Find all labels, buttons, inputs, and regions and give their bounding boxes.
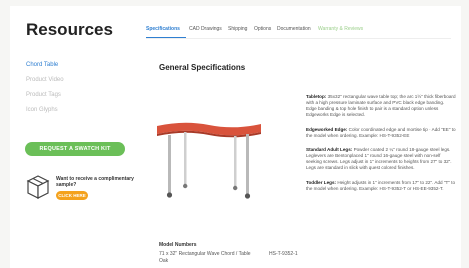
page-title: Resources	[26, 20, 113, 39]
tab-bar: Specifications CAD Drawings Shipping Opt…	[146, 26, 461, 36]
sidebar-link-chord-table[interactable]: Chord Table	[26, 62, 58, 68]
model-number-row: 71 x 32" Rectangular Wave Chord / Table …	[159, 251, 299, 264]
package-box-icon	[26, 174, 50, 200]
tab-specifications[interactable]: Specifications	[146, 26, 180, 32]
spec-label: Standard Adult Legs:	[306, 147, 353, 153]
spec-tabletop: Tabletop: 35x32" rectangular wave table …	[306, 94, 456, 118]
sidebar-link-product-video[interactable]: Product Video	[26, 77, 64, 83]
model-description: 71 x 32" Rectangular Wave Chord / Table	[159, 251, 251, 257]
model-numbers-label: Model Numbers	[159, 242, 197, 248]
spec-list: Tabletop: 35x32" rectangular wave table …	[306, 94, 456, 201]
model-finish: Oak	[159, 258, 169, 264]
spec-label: Tabletop:	[306, 94, 327, 99]
tab-documentation[interactable]: Documentation	[277, 26, 311, 32]
section-title: General Specifications	[159, 63, 246, 72]
page: Resources Chord Table Product Video Prod…	[10, 6, 461, 268]
sidebar-link-product-tags[interactable]: Product Tags	[26, 92, 61, 98]
sidebar: Resources Chord Table Product Video Prod…	[10, 6, 140, 268]
sample-prompt-text: Want to receive a complimentary sample?	[56, 176, 134, 188]
model-code: HS-T-9352-1	[269, 251, 298, 257]
tab-shipping[interactable]: Shipping	[228, 26, 247, 32]
tab-cad-drawings[interactable]: CAD Drawings	[189, 26, 222, 32]
sample-promo: Want to receive a complimentary sample? …	[26, 174, 136, 210]
sidebar-link-icon-glyphs[interactable]: Icon Glyphs	[26, 107, 58, 113]
tabs-divider	[146, 38, 451, 39]
tab-options[interactable]: Options	[254, 26, 271, 32]
spec-edgeworked-edge: Edgeworked Edge: Color coordinated edge …	[306, 127, 456, 139]
product-image-table	[154, 116, 264, 206]
click-here-button[interactable]: CLICK HERE	[56, 191, 88, 200]
spec-label: Toddler Legs:	[306, 180, 337, 186]
spec-label: Edgeworked Edge:	[306, 126, 348, 132]
spec-text: 35x32" rectangular wave table top; the a…	[306, 94, 456, 117]
spec-adult-legs: Standard Adult Legs: Powder coated 2 ¼" …	[306, 147, 456, 171]
request-swatch-kit-button[interactable]: REQUEST A SWATCH KIT	[25, 142, 125, 156]
spec-toddler-legs: Toddler Legs: Height adjusts in 1" incre…	[306, 180, 456, 192]
tab-warranty-reviews[interactable]: Warranty & Reviews	[318, 26, 363, 32]
